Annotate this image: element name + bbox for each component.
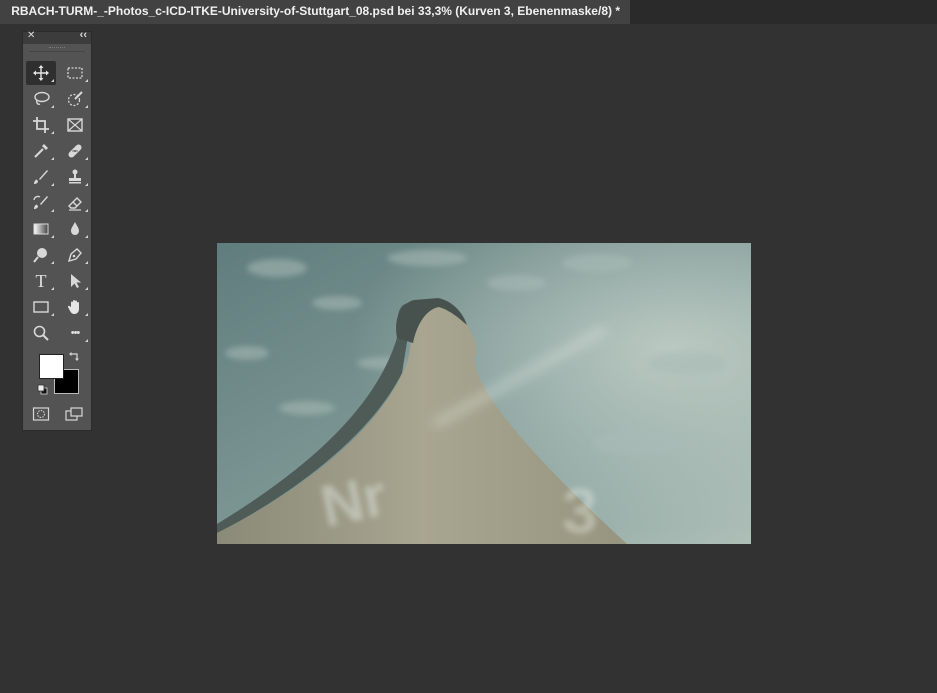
type-icon: T xyxy=(35,271,47,291)
brush-icon xyxy=(34,170,48,184)
zoom-tool[interactable] xyxy=(26,321,56,345)
lasso-tool[interactable] xyxy=(26,87,56,111)
healing-brush-tool[interactable] xyxy=(60,139,90,163)
dodge-icon xyxy=(33,248,47,263)
tools-panel-grip[interactable] xyxy=(29,44,85,52)
clone-stamp-tool[interactable] xyxy=(60,165,90,189)
crop-tool[interactable] xyxy=(26,113,56,137)
tools-panel-header[interactable]: ✕ ‹‹ xyxy=(23,29,91,44)
stamp-icon xyxy=(69,169,81,184)
hand-tool[interactable] xyxy=(60,295,90,319)
collapse-icon[interactable]: ‹‹ xyxy=(80,29,87,41)
frame-icon xyxy=(67,118,83,132)
bandage-icon xyxy=(68,144,82,158)
gradient-tool[interactable] xyxy=(26,217,56,241)
type-tool[interactable]: T xyxy=(26,269,56,293)
move-tool[interactable] xyxy=(26,61,56,85)
tower-photo: Nr 3 xyxy=(217,243,751,544)
crop-icon xyxy=(33,117,49,133)
foreground-color-swatch[interactable] xyxy=(39,354,64,379)
dodge-tool[interactable] xyxy=(26,243,56,267)
quick-mask-button[interactable] xyxy=(28,404,54,424)
screen-mode-icon xyxy=(65,407,83,421)
hand-icon xyxy=(67,300,79,314)
eyedropper-icon xyxy=(34,144,48,158)
path-selection-tool[interactable] xyxy=(60,269,90,293)
pen-tool[interactable] xyxy=(60,243,90,267)
marquee-tool[interactable] xyxy=(60,61,90,85)
rectangular-marquee-icon xyxy=(67,67,83,79)
eraser-icon xyxy=(68,197,82,211)
tools-panel: ✕ ‹‹ T ••• xyxy=(22,29,92,431)
swap-colors-icon[interactable] xyxy=(69,350,81,362)
document-tab-title: RBACH-TURM-_-Photos_c-ICD-ITKE-Universit… xyxy=(11,4,620,18)
drop-icon xyxy=(71,222,79,235)
arrow-icon xyxy=(71,274,81,288)
default-colors-icon[interactable] xyxy=(37,384,48,395)
close-icon[interactable]: ✕ xyxy=(27,30,35,41)
rectangle-tool[interactable] xyxy=(26,295,56,319)
rectangle-icon xyxy=(33,301,49,313)
document-tab[interactable]: RBACH-TURM-_-Photos_c-ICD-ITKE-Universit… xyxy=(0,0,630,24)
quick-selection-tool[interactable] xyxy=(60,87,90,111)
eraser-tool[interactable] xyxy=(60,191,90,215)
quick-mask-icon xyxy=(32,407,50,421)
more-icon: ••• xyxy=(70,327,81,339)
history-brush-icon xyxy=(33,195,48,209)
more-tools[interactable]: ••• xyxy=(60,321,90,345)
magnifier-icon xyxy=(33,325,49,341)
blur-tool[interactable] xyxy=(60,217,90,241)
screen-mode-button[interactable] xyxy=(61,404,87,424)
gradient-icon xyxy=(33,223,49,235)
frame-tool[interactable] xyxy=(60,113,90,137)
lasso-icon xyxy=(34,91,50,105)
pen-icon xyxy=(67,248,82,263)
history-brush-tool[interactable] xyxy=(26,191,56,215)
quick-selection-icon xyxy=(67,91,83,107)
painted-text-3: 3 xyxy=(562,475,598,544)
document-tab-bar: RBACH-TURM-_-Photos_c-ICD-ITKE-Universit… xyxy=(0,0,937,24)
eyedropper-tool[interactable] xyxy=(26,139,56,163)
painted-text-nr: Nr xyxy=(315,463,392,540)
brush-tool[interactable] xyxy=(26,165,56,189)
document-canvas[interactable]: Nr 3 xyxy=(217,243,751,544)
move-icon xyxy=(33,65,49,81)
